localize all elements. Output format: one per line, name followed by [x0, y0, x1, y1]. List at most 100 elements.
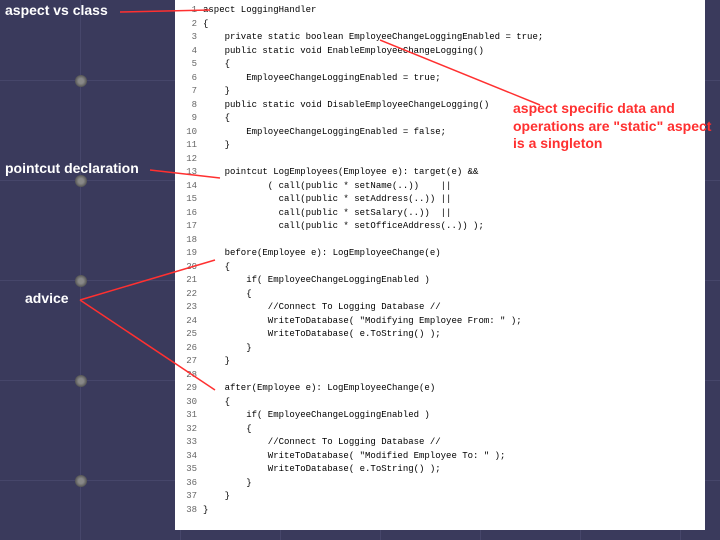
- code-text: WriteToDatabase( e.ToString() );: [203, 328, 705, 342]
- code-text: if( EmployeeChangeLoggingEnabled ): [203, 409, 705, 423]
- line-number: 33: [175, 436, 203, 450]
- code-text: call(public * setSalary(..)) ||: [203, 207, 705, 221]
- code-line: 12: [175, 153, 705, 167]
- code-text: //Connect To Logging Database //: [203, 301, 705, 315]
- code-line: 18: [175, 234, 705, 248]
- code-line: 3 private static boolean EmployeeChangeL…: [175, 31, 705, 45]
- code-line: 14 ( call(public * setName(..)) ||: [175, 180, 705, 194]
- code-text: after(Employee e): LogEmployeeChange(e): [203, 382, 705, 396]
- code-text: call(public * setOfficeAddress(..)) );: [203, 220, 705, 234]
- line-number: 21: [175, 274, 203, 288]
- code-line: 32 {: [175, 423, 705, 437]
- line-number: 38: [175, 504, 203, 518]
- line-number: 22: [175, 288, 203, 302]
- code-line: 15 call(public * setAddress(..)) ||: [175, 193, 705, 207]
- code-line: 37 }: [175, 490, 705, 504]
- code-line: 1aspect LoggingHandler: [175, 4, 705, 18]
- line-number: 9: [175, 112, 203, 126]
- code-line: 24 WriteToDatabase( "Modifying Employee …: [175, 315, 705, 329]
- code-text: if( EmployeeChangeLoggingEnabled ): [203, 274, 705, 288]
- code-line: 34 WriteToDatabase( "Modified Employee T…: [175, 450, 705, 464]
- code-text: before(Employee e): LogEmployeeChange(e): [203, 247, 705, 261]
- line-number: 27: [175, 355, 203, 369]
- code-line: 20 {: [175, 261, 705, 275]
- line-number: 20: [175, 261, 203, 275]
- code-text: }: [203, 504, 705, 518]
- annotation-pointcut-declaration: pointcut declaration: [5, 160, 170, 178]
- line-number: 12: [175, 153, 203, 167]
- annotation-static-singleton: aspect specific data and operations are …: [513, 100, 713, 153]
- code-line: 28: [175, 369, 705, 383]
- code-line: 31 if( EmployeeChangeLoggingEnabled ): [175, 409, 705, 423]
- line-number: 8: [175, 99, 203, 113]
- code-text: }: [203, 490, 705, 504]
- line-number: 14: [175, 180, 203, 194]
- code-text: ( call(public * setName(..)) ||: [203, 180, 705, 194]
- line-number: 1: [175, 4, 203, 18]
- code-line: 7 }: [175, 85, 705, 99]
- code-line: 35 WriteToDatabase( e.ToString() );: [175, 463, 705, 477]
- line-number: 13: [175, 166, 203, 180]
- code-text: {: [203, 396, 705, 410]
- line-number: 2: [175, 18, 203, 32]
- code-line: 17 call(public * setOfficeAddress(..)) )…: [175, 220, 705, 234]
- code-text: call(public * setAddress(..)) ||: [203, 193, 705, 207]
- code-text: private static boolean EmployeeChangeLog…: [203, 31, 705, 45]
- code-text: }: [203, 342, 705, 356]
- line-number: 4: [175, 45, 203, 59]
- line-number: 7: [175, 85, 203, 99]
- code-panel: 1aspect LoggingHandler2{3 private static…: [175, 0, 705, 530]
- code-line: 25 WriteToDatabase( e.ToString() );: [175, 328, 705, 342]
- code-text: pointcut LogEmployees(Employee e): targe…: [203, 166, 705, 180]
- code-line: 6 EmployeeChangeLoggingEnabled = true;: [175, 72, 705, 86]
- code-line: 38}: [175, 504, 705, 518]
- line-number: 11: [175, 139, 203, 153]
- line-number: 25: [175, 328, 203, 342]
- line-number: 5: [175, 58, 203, 72]
- code-line: 26 }: [175, 342, 705, 356]
- code-text: }: [203, 477, 705, 491]
- line-number: 28: [175, 369, 203, 383]
- code-line: 30 {: [175, 396, 705, 410]
- line-number: 24: [175, 315, 203, 329]
- code-line: 19 before(Employee e): LogEmployeeChange…: [175, 247, 705, 261]
- line-number: 23: [175, 301, 203, 315]
- code-line: 16 call(public * setSalary(..)) ||: [175, 207, 705, 221]
- code-text: WriteToDatabase( "Modifying Employee Fro…: [203, 315, 705, 329]
- code-text: EmployeeChangeLoggingEnabled = true;: [203, 72, 705, 86]
- code-text: aspect LoggingHandler: [203, 4, 705, 18]
- code-text: [203, 369, 705, 383]
- line-number: 15: [175, 193, 203, 207]
- line-number: 31: [175, 409, 203, 423]
- line-number: 35: [175, 463, 203, 477]
- code-line: 21 if( EmployeeChangeLoggingEnabled ): [175, 274, 705, 288]
- code-text: {: [203, 288, 705, 302]
- line-number: 36: [175, 477, 203, 491]
- line-number: 17: [175, 220, 203, 234]
- code-text: }: [203, 85, 705, 99]
- code-text: {: [203, 261, 705, 275]
- code-line: 2{: [175, 18, 705, 32]
- line-number: 19: [175, 247, 203, 261]
- bg-dot: [75, 75, 87, 87]
- line-number: 37: [175, 490, 203, 504]
- code-text: //Connect To Logging Database //: [203, 436, 705, 450]
- line-number: 26: [175, 342, 203, 356]
- line-number: 18: [175, 234, 203, 248]
- code-line: 13 pointcut LogEmployees(Employee e): ta…: [175, 166, 705, 180]
- line-number: 10: [175, 126, 203, 140]
- code-line: 22 {: [175, 288, 705, 302]
- bg-dot: [75, 475, 87, 487]
- line-number: 32: [175, 423, 203, 437]
- bg-dot: [75, 375, 87, 387]
- code-line: 27 }: [175, 355, 705, 369]
- code-text: {: [203, 423, 705, 437]
- code-text: {: [203, 18, 705, 32]
- code-text: public static void EnableEmployeeChangeL…: [203, 45, 705, 59]
- line-number: 34: [175, 450, 203, 464]
- line-number: 29: [175, 382, 203, 396]
- code-text: {: [203, 58, 705, 72]
- bg-dot: [75, 275, 87, 287]
- code-line: 4 public static void EnableEmployeeChang…: [175, 45, 705, 59]
- code-line: 5 {: [175, 58, 705, 72]
